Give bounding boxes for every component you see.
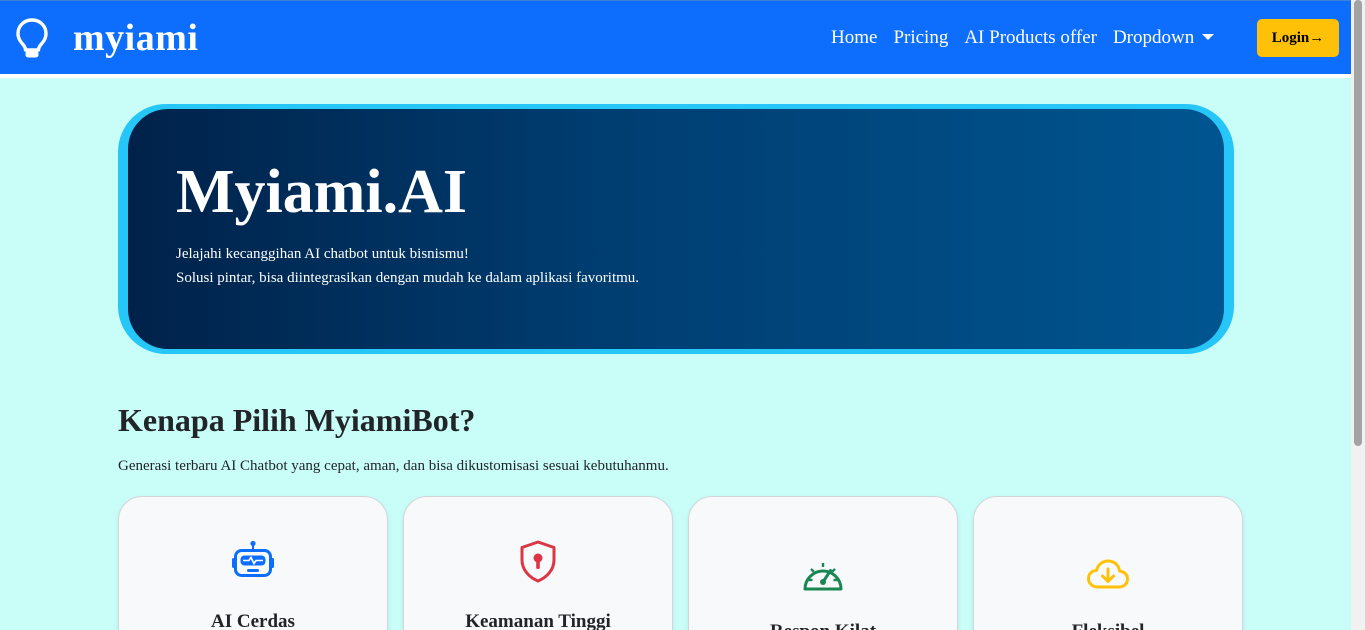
hero-title: Myiami.AI: [176, 158, 468, 226]
section-subtitle: Generasi terbaru AI Chatbot yang cepat, …: [118, 458, 669, 474]
lightbulb-icon: [16, 17, 48, 57]
caret-down-icon: [1202, 33, 1215, 40]
scrollbar-thumb[interactable]: [1354, 0, 1362, 446]
feature-card-respon-kilat: Respon Kilat: [688, 496, 958, 630]
feature-title: AI Cerdas: [211, 611, 295, 630]
nav-links: Home Pricing AI Products offer Dropdown: [831, 1, 1230, 74]
feature-title: Respon Kilat: [689, 621, 957, 630]
feature-title: Keamanan Tinggi: [465, 611, 611, 630]
page-scrollbar[interactable]: [1351, 0, 1365, 630]
nav-link-home[interactable]: Home: [831, 27, 877, 49]
robot-icon: [232, 540, 274, 577]
login-button[interactable]: Login→: [1257, 19, 1339, 57]
hero-inner: Myiami.AI Jelajahi kecanggihan AI chatbo…: [128, 109, 1224, 349]
hero-banner: Myiami.AI Jelajahi kecanggihan AI chatbo…: [118, 104, 1234, 354]
feature-title: Fleksibel: [974, 621, 1242, 630]
navbar: myiami Home Pricing AI Products offer Dr…: [0, 1, 1351, 74]
speedometer-icon: [803, 563, 843, 591]
hero-description-line-1: Jelajahi kecanggihan AI chatbot untuk bi…: [176, 246, 469, 262]
hero-description-line-2: Solusi pintar, bisa diintegrasikan denga…: [176, 270, 640, 286]
nav-link-ai-products[interactable]: AI Products offer: [964, 27, 1097, 49]
feature-card-keamanan-tinggi: Keamanan Tinggi: [403, 496, 673, 630]
nav-dropdown-label: Dropdown: [1112, 26, 1195, 48]
nav-dropdown-toggle[interactable]: Dropdown: [1112, 26, 1215, 49]
shield-lock-icon: [520, 540, 556, 583]
brand[interactable]: myiami: [15, 16, 198, 60]
feature-card-ai-cerdas: AI Cerdas: [118, 496, 388, 630]
feature-card-fleksibel: Fleksibel: [973, 496, 1243, 630]
hero-description: Jelajahi kecanggihan AI chatbot untuk bi…: [176, 242, 639, 290]
brand-name: myiami: [73, 16, 199, 59]
section-title: Kenapa Pilih MyiamiBot?: [118, 402, 476, 438]
cloud-download-icon: [1087, 559, 1129, 589]
navbar-divider: [0, 74, 1351, 78]
nav-link-pricing[interactable]: Pricing: [893, 27, 948, 49]
